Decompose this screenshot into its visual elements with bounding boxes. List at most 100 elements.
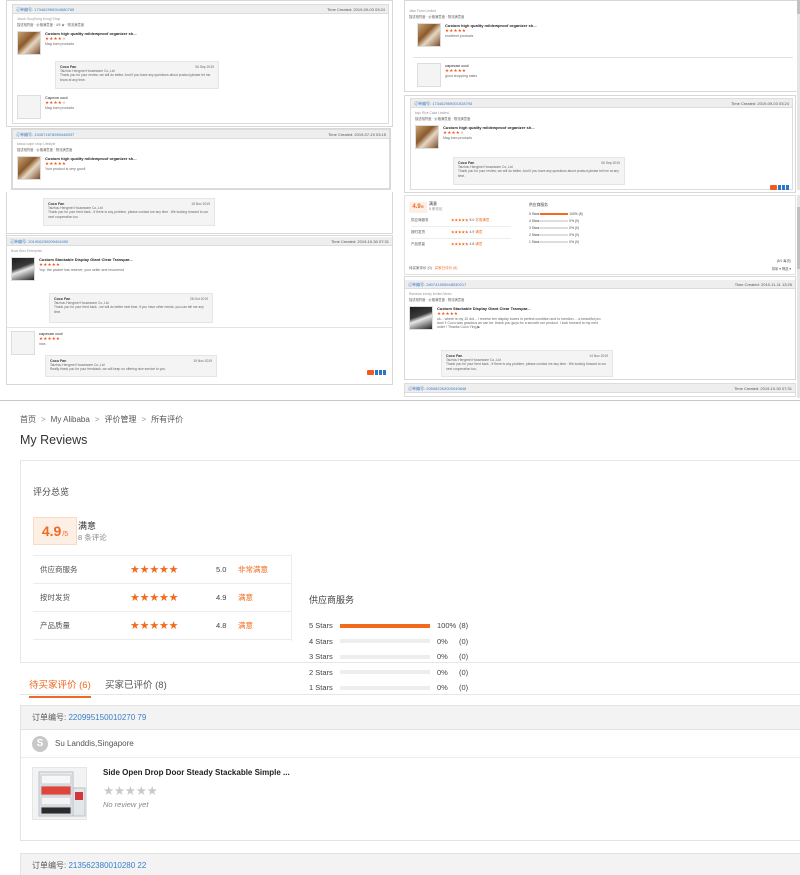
score-label: 供应商服务 xyxy=(40,565,78,574)
buyer-name: Jacob Guo(Hong Kong) Shop xyxy=(17,17,61,21)
score-label: 按时发货 xyxy=(40,593,70,602)
review-panel-3: Coco Fan 15 Nov 2019 Taizhou Hengmei Hou… xyxy=(6,192,393,234)
product-row: capecan cool ★★★★★ good shopping sales xyxy=(417,63,477,87)
order-time: Time Created: 2019-09-03 03:24 xyxy=(731,101,789,106)
order-header: 订单编号: 213562380010280 22 xyxy=(21,854,800,875)
breadcrumb-home[interactable]: 首页 xyxy=(20,415,36,424)
distribution-bar-fill xyxy=(340,623,430,628)
order-number[interactable]: 订单编号: 173462959001928793 xyxy=(414,99,472,107)
seller-reply: Coco Fan 06 Sep 2019 Taizhou Hengmei Hou… xyxy=(55,61,219,89)
product-thumbnail[interactable] xyxy=(11,331,35,355)
tool-icon[interactable] xyxy=(383,370,386,375)
seller-reply: Coco Fan 19 Nov 2019 Taizhou Hengmei Hou… xyxy=(45,355,217,377)
tab-buyer-reviewed[interactable]: 买家已评价 (8) xyxy=(105,677,167,691)
review-panel-1: 订单编号: 173462959004580765 Time Created: 2… xyxy=(6,0,393,127)
product-row: Custom Stackable Display Giant Clear Tra… xyxy=(409,306,791,330)
product-row: Custom Stackable Display Giant Clear Tra… xyxy=(11,257,388,281)
breadcrumb-all-reviews: 所有评价 xyxy=(151,415,184,424)
chat-toolbar[interactable] xyxy=(770,177,789,192)
score-row-supplier-service: 供应商服务 ★★★★★ 5.0 非常满意 xyxy=(33,555,291,584)
order-header: 订单编号: 173462959004580765 Time Created: 2… xyxy=(13,5,388,14)
score-value: 4.9 xyxy=(216,593,227,602)
score-table: 供应商服务 ★★★★★ 5.0 非常满意 按时发货 ★★★★★ 4.9 满意 产… xyxy=(33,555,291,640)
order-number[interactable]: 订单编号: 280741905948530217 xyxy=(408,280,466,288)
mini-tabs[interactable]: 待买家评价 (0) 买家已评价 (8) xyxy=(409,266,457,271)
distribution-label: 5 Stars xyxy=(309,621,333,631)
mini-pager[interactable]: (8/1 每页) xyxy=(777,258,791,263)
buyer-name: Buck Brez Enterprise xyxy=(11,249,42,253)
mini-rating-summary: 4.9/5 满意 8 条评论 供应商服务 ★★★★★ 5.0 非常满意 按时发货 ★… xyxy=(404,195,796,275)
tab-pending-buyer-review[interactable]: 待买家评价 (6) xyxy=(29,677,91,698)
product-thumbnail[interactable] xyxy=(17,31,41,55)
product-thumbnail[interactable] xyxy=(11,257,35,281)
product-row: Custom high quality mildewproof organize… xyxy=(17,31,384,55)
order-number-label: 订单编号: xyxy=(32,713,67,722)
order-item: Side Open Drop Door Steady Stackable Sim… xyxy=(21,758,800,832)
product-thumbnail[interactable] xyxy=(409,306,433,330)
chat-toolbar[interactable] xyxy=(367,362,386,380)
breadcrumb-review-management[interactable]: 评价管理 xyxy=(104,415,136,424)
tool-icon[interactable] xyxy=(782,185,785,190)
divider xyxy=(7,327,392,328)
distribution-label: 3 Stars xyxy=(309,652,333,662)
order-number-link[interactable]: 220995150010270 79 xyxy=(68,713,146,722)
reply-text: Thank you for your feed back , If there … xyxy=(446,362,607,371)
product-row: Capeon cool ★★★★★ Mag bum products xyxy=(17,95,74,119)
review-tabs: 待买家评价 (6) 买家已评价 (8) xyxy=(20,669,800,698)
order-number[interactable]: 订单编号: 205082263000049848 xyxy=(408,384,466,392)
order-time: Time Created: 2019-11-11 13:26 xyxy=(734,282,792,287)
reply-date: 15 Nov 2019 xyxy=(191,202,210,206)
distribution-row: 4 Stars 0% (0) xyxy=(309,634,509,650)
review-panel-4: 订单编号: 201906230009404050 Time Created: 2… xyxy=(6,235,393,385)
tool-icon[interactable] xyxy=(786,185,789,190)
summary-title: 评分总览 xyxy=(33,487,70,497)
review-card: 订单编号: 205082263000049848 Time Created: 2… xyxy=(404,383,796,397)
order-number[interactable]: 订单编号: 201906230009404050 xyxy=(10,237,68,245)
overall-score-suffix: /5 xyxy=(62,530,69,538)
rating-tabs: 描述相符度 · 价格满意度 · 物流满意度 xyxy=(17,148,73,152)
order-number[interactable]: 订单编号: 134571678950448937 xyxy=(16,130,74,138)
tool-icon[interactable] xyxy=(379,370,382,375)
product-image[interactable] xyxy=(32,767,87,820)
distribution-percent: 100% xyxy=(437,621,457,631)
product-thumbnail[interactable] xyxy=(17,95,41,119)
tool-icon[interactable] xyxy=(778,185,781,190)
reply-text: Thank you for your feed back , we will d… xyxy=(54,305,204,314)
reviews-page: 首页 > My Alibaba > 评价管理 > 所有评价 My Reviews 评分总览 … xyxy=(0,400,800,875)
order-time: Time Created: 2019-07-19 03:15 xyxy=(328,132,386,137)
product-row: Custom high quality mildewproof organize… xyxy=(415,125,788,149)
chat-icon[interactable] xyxy=(367,370,374,375)
score-value: 5.0 xyxy=(216,565,227,574)
product-title[interactable]: Side Open Drop Door Steady Stackable Sim… xyxy=(103,768,290,777)
chat-icon[interactable] xyxy=(770,185,777,190)
distribution-bar xyxy=(340,639,430,644)
seller-reply: Coco Fan 14 Nov 2019 Taizhou Hengmei Hou… xyxy=(441,350,613,377)
product-thumbnail[interactable] xyxy=(415,125,439,149)
buyer-name: Rainbow trendy limited Mexic xyxy=(409,292,452,296)
order-time: Time Created: 2019-09-03 03:24 xyxy=(327,7,385,12)
mini-sort[interactable]: 排序 ▾ 筛选 ▾ xyxy=(772,266,791,271)
score-text: 满意 xyxy=(238,593,253,602)
order-header: 订单编号: 173462959001928793 Time Created: 2… xyxy=(411,99,792,108)
shoe-box-image xyxy=(33,768,86,819)
review-comment: Your product is very good! xyxy=(45,167,86,171)
mini-dist-title: 供应商服务 xyxy=(529,203,548,207)
order-number[interactable]: 订单编号: 173462959004580765 xyxy=(16,5,74,13)
divider xyxy=(413,57,793,58)
product-row: Custom high quality mildewproof organize… xyxy=(17,156,385,180)
distribution-percent: 0% xyxy=(437,636,448,646)
order-time: Time Created: 2019-10-30 07:31 xyxy=(734,386,792,391)
product-thumbnail[interactable] xyxy=(417,63,441,87)
tool-icon[interactable] xyxy=(375,370,378,375)
product-thumbnail[interactable] xyxy=(17,156,41,180)
page-title: My Reviews xyxy=(20,433,88,447)
product-thumbnail[interactable] xyxy=(417,23,441,47)
breadcrumb-my-alibaba[interactable]: My Alibaba xyxy=(51,415,90,424)
score-text: 非常满意 xyxy=(238,565,268,574)
review-panel-5: Jake Farm Limited 描述相符度 · 价格满意度 · 物流满意度 … xyxy=(404,0,800,92)
score-row-on-time-delivery: 按时发货 ★★★★★ 4.9 满意 xyxy=(33,584,291,612)
order-header: 订单编号: 205082263000049848 Time Created: 2… xyxy=(405,384,795,393)
distribution-row: 5 Stars 100% (8) xyxy=(309,618,509,634)
score-text: 满意 xyxy=(238,621,253,630)
order-number-link[interactable]: 213562380010280 22 xyxy=(68,861,146,870)
